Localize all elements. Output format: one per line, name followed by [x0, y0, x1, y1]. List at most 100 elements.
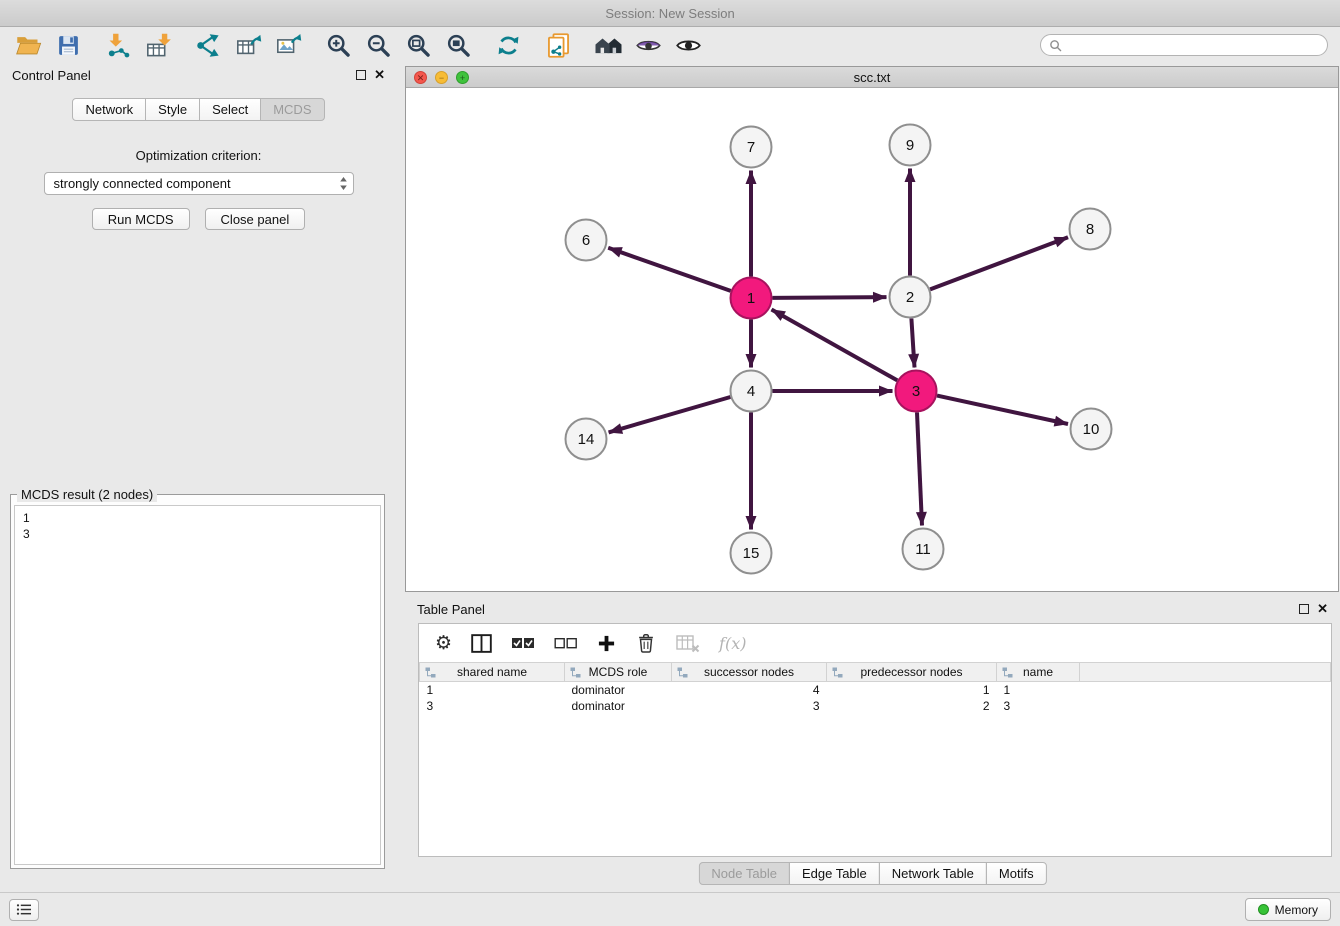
- graph-edge-2-3[interactable]: [911, 319, 914, 368]
- import-table-button[interactable]: [142, 29, 174, 61]
- table-cell[interactable]: dominator: [565, 682, 672, 698]
- table-row[interactable]: 1dominator411: [420, 682, 1331, 698]
- tab-style[interactable]: Style: [145, 98, 200, 121]
- graph-edge-1-6[interactable]: [608, 248, 731, 291]
- column-header-label: shared name: [457, 665, 527, 679]
- zoom-fit-button[interactable]: [402, 29, 434, 61]
- show-columns-button[interactable]: [471, 634, 492, 653]
- float-panel-icon[interactable]: [356, 70, 366, 80]
- delete-column-button[interactable]: [635, 632, 657, 654]
- control-panel: Control Panel ✕ Network Style Select MCD…: [0, 62, 397, 884]
- svg-text:4: 4: [747, 383, 755, 400]
- search-input[interactable]: [1067, 38, 1319, 52]
- trash-icon: [635, 632, 657, 654]
- column-header-mcds-role[interactable]: MCDS role: [565, 663, 672, 682]
- table-cell[interactable]: 1: [420, 682, 565, 698]
- column-header-label: successor nodes: [704, 665, 794, 679]
- first-neighbors-button[interactable]: [592, 29, 624, 61]
- tab-select[interactable]: Select: [199, 98, 261, 121]
- houses-icon: [593, 32, 624, 58]
- close-panel-button[interactable]: Close panel: [205, 208, 306, 230]
- refresh-view-button[interactable]: [492, 29, 524, 61]
- table-settings-button[interactable]: ⚙: [435, 632, 452, 654]
- graph-node-14[interactable]: 14: [566, 419, 607, 460]
- select-all-button[interactable]: [511, 637, 535, 650]
- column-header-successor-nodes[interactable]: successor nodes: [672, 663, 827, 682]
- table-cell[interactable]: 3: [420, 698, 565, 714]
- table-cell[interactable]: dominator: [565, 698, 672, 714]
- window-title: Session: New Session: [605, 6, 734, 21]
- close-window-icon[interactable]: ✕: [414, 71, 427, 84]
- graph-edge-3-11[interactable]: [917, 413, 922, 526]
- deselect-all-button[interactable]: [554, 637, 578, 650]
- zoom-window-icon[interactable]: +: [456, 71, 469, 84]
- graph-edge-2-8[interactable]: [930, 237, 1068, 289]
- tab-network[interactable]: Network: [72, 98, 146, 121]
- memory-button[interactable]: Memory: [1245, 898, 1331, 921]
- column-header-predecessor-nodes[interactable]: predecessor nodes: [827, 663, 997, 682]
- table-cell[interactable]: 4: [672, 682, 827, 698]
- show-graphics-details-button[interactable]: [672, 29, 704, 61]
- zoom-out-button[interactable]: [362, 29, 394, 61]
- table-cell[interactable]: 1: [827, 682, 997, 698]
- apply-visual-style-button[interactable]: [632, 29, 664, 61]
- plus-icon: [597, 634, 616, 653]
- tab-motifs[interactable]: Motifs: [986, 862, 1047, 885]
- new-network-button[interactable]: [192, 29, 224, 61]
- tab-node-table[interactable]: Node Table: [698, 862, 790, 885]
- graph-node-4[interactable]: 4: [731, 371, 772, 412]
- zoom-selected-button[interactable]: [442, 29, 474, 61]
- network-window-title: scc.txt: [854, 70, 891, 85]
- close-panel-icon[interactable]: ✕: [1317, 604, 1328, 614]
- clone-network-button[interactable]: [542, 29, 574, 61]
- column-header-name[interactable]: name: [997, 663, 1080, 682]
- control-panel-header: Control Panel ✕: [0, 62, 397, 88]
- close-panel-icon[interactable]: ✕: [374, 70, 385, 80]
- optimization-criterion-dropdown[interactable]: strongly connected component: [44, 172, 354, 195]
- graph-edge-3-1[interactable]: [772, 310, 898, 381]
- add-column-button[interactable]: [597, 634, 616, 653]
- graph-node-1[interactable]: 1: [731, 278, 772, 319]
- graph-node-7[interactable]: 7: [731, 127, 772, 168]
- graph-node-15[interactable]: 15: [731, 533, 772, 574]
- graph-node-6[interactable]: 6: [566, 220, 607, 261]
- mcds-result-list[interactable]: 1 3: [14, 505, 381, 865]
- svg-text:3: 3: [912, 383, 920, 400]
- tab-edge-table[interactable]: Edge Table: [789, 862, 880, 885]
- import-network-button[interactable]: [102, 29, 134, 61]
- network-canvas[interactable]: 7 9 6 8 1 2 4 3 14 10 15 11: [406, 88, 1338, 591]
- delete-table-button[interactable]: [676, 633, 700, 653]
- graph-node-11[interactable]: 11: [903, 529, 944, 570]
- run-mcds-button[interactable]: Run MCDS: [92, 208, 190, 230]
- save-floppy-icon: [56, 33, 81, 58]
- graph-node-10[interactable]: 10: [1071, 409, 1112, 450]
- network-window-titlebar[interactable]: ✕ − + scc.txt: [406, 67, 1338, 88]
- export-image-button[interactable]: [272, 29, 304, 61]
- float-panel-icon[interactable]: [1299, 604, 1309, 614]
- table-cell[interactable]: 1: [997, 682, 1080, 698]
- zoom-in-button[interactable]: [322, 29, 354, 61]
- task-history-button[interactable]: [9, 899, 39, 921]
- tab-network-table[interactable]: Network Table: [879, 862, 987, 885]
- tab-mcds[interactable]: MCDS: [260, 98, 324, 121]
- export-table-button[interactable]: [232, 29, 264, 61]
- column-header-shared-name[interactable]: shared name: [420, 663, 565, 682]
- graph-node-2[interactable]: 2: [890, 277, 931, 318]
- column-tree-icon: [570, 667, 581, 681]
- graph-node-9[interactable]: 9: [890, 125, 931, 166]
- save-session-button[interactable]: [52, 29, 84, 61]
- table-cell[interactable]: 2: [827, 698, 997, 714]
- graph-node-3[interactable]: 3: [896, 371, 937, 412]
- minimize-window-icon[interactable]: −: [435, 71, 448, 84]
- graph-node-8[interactable]: 8: [1070, 209, 1111, 250]
- graph-edge-4-14[interactable]: [609, 397, 731, 432]
- table-cell[interactable]: 3: [997, 698, 1080, 714]
- open-session-button[interactable]: [12, 29, 44, 61]
- svg-text:2: 2: [906, 289, 914, 306]
- table-row[interactable]: 3dominator323: [420, 698, 1331, 714]
- search-icon: [1049, 39, 1062, 52]
- graph-edge-1-2[interactable]: [773, 297, 887, 298]
- graph-edge-3-10[interactable]: [937, 396, 1068, 424]
- table-cell[interactable]: 3: [672, 698, 827, 714]
- function-builder-button[interactable]: f(x): [719, 634, 746, 653]
